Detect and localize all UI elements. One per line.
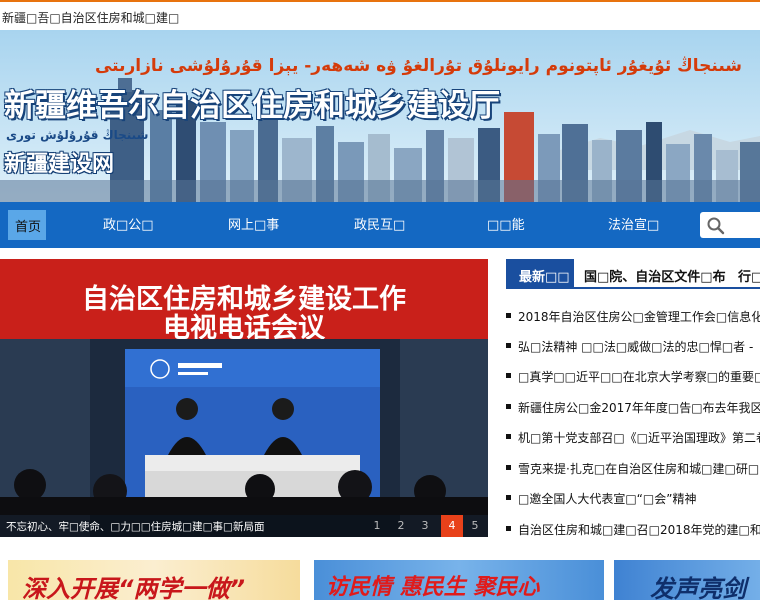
- list-item[interactable]: □邀全国人大代表宣□“□会”精神: [506, 488, 760, 508]
- promo-banner-visit-people[interactable]: 访民情 惠民生 聚民心: [314, 560, 604, 600]
- promo-banner-two-studies[interactable]: 深入开展“两学一做”: [8, 560, 300, 600]
- bullet-icon: [506, 495, 511, 500]
- tab-latest-news[interactable]: 最新□□: [506, 259, 574, 289]
- window-title: 新疆□吾□自治区住房和城□建□: [2, 11, 180, 25]
- list-item[interactable]: 自治区住房和城□建□召□2018年党的建□和党: [506, 519, 760, 539]
- nav-item-government-affairs[interactable]: 政□公□: [103, 214, 154, 233]
- list-item[interactable]: 机□第十党支部召□《□近平治国理政》第二卷: [506, 427, 760, 447]
- top-accent-line: [0, 0, 760, 2]
- top-bar: 新疆□吾□自治区住房和城□建□: [0, 0, 760, 30]
- bullet-icon: [506, 434, 511, 439]
- main-nav: 首页 政□公□ 网上□事 政民互□ □□能 法治宣□: [0, 202, 760, 248]
- promo-banner-speak-out[interactable]: 发声亮剑: [614, 560, 760, 600]
- slide-page-5[interactable]: 5: [467, 519, 483, 532]
- banner-chinese-title: 新疆维吾尔自治区住房和城乡建设厅: [4, 88, 500, 124]
- bullet-icon: [506, 404, 511, 409]
- news-slideshow[interactable]: 自治区住房和城乡建设工作 电视电话会议 不忘初心、牢□使命、□力□□住房城□建□…: [0, 259, 488, 537]
- banner-chinese-subtitle: 新疆建设网: [4, 152, 115, 177]
- nav-item-home[interactable]: 首页: [8, 210, 46, 240]
- banner-uyghur-title: شىنجاڭ ئۇيغۇر ئاپتونوم رايونلۇق تۇرالغۇ …: [94, 56, 742, 76]
- nav-item-online-services[interactable]: 网上□事: [228, 214, 279, 233]
- slide-page-3[interactable]: 3: [417, 519, 433, 532]
- bullet-icon: [506, 373, 511, 378]
- site-banner: شىنجاڭ ئۇيغۇر ئاپتونوم رايونلۇق تۇرالغۇ …: [0, 30, 760, 202]
- list-item[interactable]: 雪克来提·扎克□在自治区住房和城□建□研□: [506, 458, 760, 478]
- nav-item-functions[interactable]: □□能: [487, 214, 525, 233]
- bullet-icon: [506, 465, 511, 470]
- search-input[interactable]: [700, 212, 760, 238]
- search-icon[interactable]: [707, 217, 725, 235]
- slide-caption[interactable]: 不忘初心、牢□使命、□力□□住房城□建□事□新局面: [6, 519, 264, 534]
- slide-page-1[interactable]: 1: [369, 519, 385, 532]
- tab-documents[interactable]: 国□院、自治区文件□布: [584, 259, 726, 289]
- nav-item-interaction[interactable]: 政民互□: [354, 214, 405, 233]
- page: 新疆□吾□自治区住房和城□建□ شىنجاڭ ئۇيغۇر ئاپتونوم ر…: [0, 0, 760, 600]
- list-item[interactable]: 2018年自治区住房公□金管理工作会□信息化: [506, 306, 760, 326]
- slide-photo: [0, 339, 488, 537]
- bullet-icon: [506, 313, 511, 318]
- banner-uyghur-subtitle: شىنجاڭ قۇرۇلۇش تورى: [6, 128, 149, 142]
- slide-page-4-current[interactable]: 4: [441, 515, 463, 537]
- list-item[interactable]: 新疆住房公□金2017年年度□告□布去年我区共: [506, 397, 760, 417]
- list-item[interactable]: □真学□□近平□□在北京大学考察□的重要□: [506, 366, 760, 386]
- news-tabs: 最新□□ 国□院、自治区文件□布 行□: [506, 259, 760, 289]
- bullet-icon: [506, 343, 511, 348]
- nav-item-legal-publicity[interactable]: 法治宣□: [608, 214, 659, 233]
- tab-industry[interactable]: 行□: [738, 259, 760, 289]
- slide-caption-bar: 不忘初心、牢□使命、□力□□住房城□建□事□新局面 1 2 3 4 5: [0, 515, 488, 537]
- list-item[interactable]: 弘□法精神 □□法□威做□法的忠□悍□者 -: [506, 336, 760, 356]
- slide-page-2[interactable]: 2: [393, 519, 409, 532]
- bullet-icon: [506, 526, 511, 531]
